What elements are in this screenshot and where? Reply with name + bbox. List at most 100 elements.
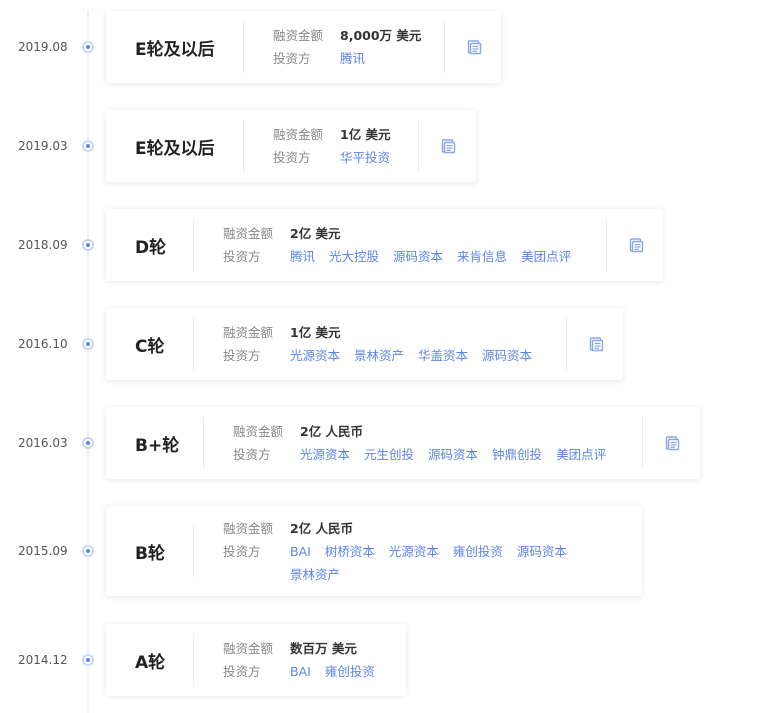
investor-link[interactable]: 钟鼎创投 xyxy=(492,443,542,466)
round-name: B+轮 xyxy=(106,417,204,469)
news-document-button[interactable] xyxy=(642,417,700,469)
amount-line: 融资金额 数百万 美元 xyxy=(223,637,406,660)
document-icon xyxy=(588,336,604,352)
investor-label: 投资方 xyxy=(223,543,261,559)
round-name: A轮 xyxy=(106,634,194,686)
investor-label: 投资方 xyxy=(223,348,261,363)
funding-card[interactable]: B轮 融资金额 2亿 人民币 投资方 BAI 树桥资本 光源资本 雍创投资 源码资本 景林资产 xyxy=(106,506,642,596)
funding-info: 融资金额 1亿 美元 投资方 华平投资 xyxy=(244,123,418,169)
investor-link[interactable]: 源码资本 xyxy=(393,245,443,268)
amount-line: 融资金额 1亿 美元 xyxy=(273,123,418,146)
investor-link[interactable]: 源码资本 xyxy=(517,540,567,563)
timeline-event: 2019.03 E轮及以后 融资金额 1亿 美元 投资方 华平投资 xyxy=(0,110,761,182)
amount-line: 融资金额 2亿 人民币 xyxy=(223,517,642,540)
timeline-dot xyxy=(82,338,94,350)
news-document-button[interactable] xyxy=(606,219,664,271)
amount-line: 融资金额 1亿 美元 xyxy=(223,321,566,344)
timeline-dot xyxy=(82,654,94,666)
investor-link[interactable]: 光源资本 xyxy=(300,443,350,466)
investor-label: 投资方 xyxy=(223,664,261,679)
funding-amount: 1亿 美元 xyxy=(290,325,341,340)
timeline-event: 2019.08 E轮及以后 融资金额 8,000万 美元 投资方 腾讯 xyxy=(0,11,761,83)
investor-list: 腾讯 光大控股 源码资本 来肯信息 美团点评 xyxy=(290,245,585,268)
investor-link[interactable]: 华盖资本 xyxy=(418,344,468,367)
event-date: 2019.03 xyxy=(18,139,68,153)
investor-label: 投资方 xyxy=(273,51,311,66)
funding-amount: 数百万 美元 xyxy=(290,641,357,656)
round-name: D轮 xyxy=(106,219,194,271)
document-icon xyxy=(440,138,456,154)
investor-list: 光源资本 元生创投 源码资本 钟鼎创投 美团点评 xyxy=(300,443,620,466)
amount-line: 融资金额 2亿 美元 xyxy=(223,222,606,245)
investor-line: 投资方 光源资本 元生创投 源码资本 钟鼎创投 美团点评 xyxy=(233,443,642,466)
amount-label: 融资金额 xyxy=(273,28,324,43)
funding-info: 融资金额 8,000万 美元 投资方 腾讯 xyxy=(244,24,444,70)
funding-card[interactable]: A轮 融资金额 数百万 美元投资方 BAI 雍创投资 xyxy=(106,624,406,696)
event-date: 2019.08 xyxy=(18,40,68,54)
funding-info: 融资金额 数百万 美元投资方 BAI 雍创投资 xyxy=(194,637,406,683)
investor-link[interactable]: 景林资产 xyxy=(290,563,340,586)
investor-list: 华平投资 xyxy=(340,146,404,169)
investor-link[interactable]: 美团点评 xyxy=(521,245,571,268)
funding-card[interactable]: E轮及以后 融资金额 8,000万 美元 投资方 腾讯 xyxy=(106,11,501,83)
timeline-dot xyxy=(82,545,94,557)
funding-card[interactable]: D轮 融资金额 2亿 美元 投资方 腾讯 光大控股 源码资本 来肯信息 美团点评 xyxy=(106,209,663,281)
timeline-event: 2018.09 D轮 融资金额 2亿 美元 投资方 腾讯 光大控股 源码资本 来肯信息 美团点评 xyxy=(0,209,761,281)
timeline-event: 2016.03 B+轮 融资金额 2亿 人民币 投资方 光源资本 元生创投 源码资本 钟鼎创投美… xyxy=(0,407,761,479)
investor-link[interactable]: 树桥资本 xyxy=(325,540,375,563)
investor-link[interactable]: 雍创投资 xyxy=(453,540,503,563)
investor-list: 光源资本 景林资产 华盖资本 源码资本 xyxy=(290,344,546,367)
amount-label: 融资金额 xyxy=(273,127,324,142)
investor-link[interactable]: 元生创投 xyxy=(364,443,414,466)
amount-label: 融资金额 xyxy=(223,520,274,536)
event-date: 2016.10 xyxy=(18,337,68,351)
investor-link[interactable]: 光大控股 xyxy=(329,245,379,268)
event-date: 2016.03 xyxy=(18,436,68,450)
round-name: C轮 xyxy=(106,318,194,370)
funding-amount: 2亿 人民币 xyxy=(290,520,354,536)
investor-line: 投资方 BAI 树桥资本 光源资本 雍创投资 源码资本景林资产 xyxy=(223,540,642,586)
investor-line: 投资方 华平投资 xyxy=(273,146,418,169)
timeline-dot xyxy=(82,140,94,152)
investor-link[interactable]: 光源资本 xyxy=(389,540,439,563)
investor-link[interactable]: 源码资本 xyxy=(482,344,532,367)
investor-link[interactable]: 光源资本 xyxy=(290,344,340,367)
investor-link[interactable]: BAI xyxy=(290,540,311,563)
timeline-event: 2016.10 C轮 融资金额 1亿 美元投资方 光源资本 景林资产 华盖资本 源码资本 xyxy=(0,308,761,380)
investor-link[interactable]: 来肯信息 xyxy=(457,245,507,268)
amount-label: 融资金额 xyxy=(233,424,284,439)
news-document-button[interactable] xyxy=(444,21,502,73)
funding-card[interactable]: E轮及以后 融资金额 1亿 美元 投资方 华平投资 xyxy=(106,110,476,182)
round-name: E轮及以后 xyxy=(106,120,244,172)
event-date: 2015.09 xyxy=(18,544,68,558)
news-document-button[interactable] xyxy=(418,120,476,172)
funding-info: 融资金额 2亿 美元 投资方 腾讯 光大控股 源码资本 来肯信息 美团点评 xyxy=(194,222,606,268)
investor-link[interactable]: 腾讯 xyxy=(290,245,315,268)
funding-card[interactable]: C轮 融资金额 1亿 美元投资方 光源资本 景林资产 华盖资本 源码资本 xyxy=(106,308,623,380)
investor-line: 投资方 BAI 雍创投资 xyxy=(223,660,406,683)
investor-link[interactable]: 雍创投资 xyxy=(325,660,375,683)
document-icon xyxy=(664,435,680,451)
investor-line: 投资方 腾讯 xyxy=(273,47,444,70)
investor-link[interactable]: 腾讯 xyxy=(340,47,365,70)
funding-amount: 2亿 美元 xyxy=(290,226,341,241)
event-date: 2014.12 xyxy=(18,653,68,667)
news-document-button[interactable] xyxy=(566,318,624,370)
investor-link[interactable]: 美团点评 xyxy=(556,443,606,466)
investor-list: BAI 雍创投资 xyxy=(290,660,389,683)
investor-link[interactable]: BAI xyxy=(290,660,311,683)
timeline-dot xyxy=(82,239,94,251)
funding-info: 融资金额 2亿 人民币投资方 BAI 树桥资本 光源资本 雍创投资 源码资本景林资产 xyxy=(194,517,642,586)
document-icon xyxy=(628,237,644,253)
document-icon xyxy=(466,39,482,55)
investor-label: 投资方 xyxy=(233,447,271,462)
investor-list: BAI 树桥资本 光源资本 雍创投资 源码资本景林资产 xyxy=(290,540,642,586)
round-name: E轮及以后 xyxy=(106,21,244,73)
timeline-event: 2014.12 A轮 融资金额 数百万 美元投资方 BAI 雍创投资 xyxy=(0,624,761,696)
event-date: 2018.09 xyxy=(18,238,68,252)
funding-card[interactable]: B+轮 融资金额 2亿 人民币 投资方 光源资本 元生创投 源码资本 钟鼎创投 美团点评 xyxy=(106,407,700,479)
investor-link[interactable]: 华平投资 xyxy=(340,146,390,169)
timeline-dot xyxy=(82,437,94,449)
investor-link[interactable]: 景林资产 xyxy=(354,344,404,367)
investor-link[interactable]: 源码资本 xyxy=(428,443,478,466)
